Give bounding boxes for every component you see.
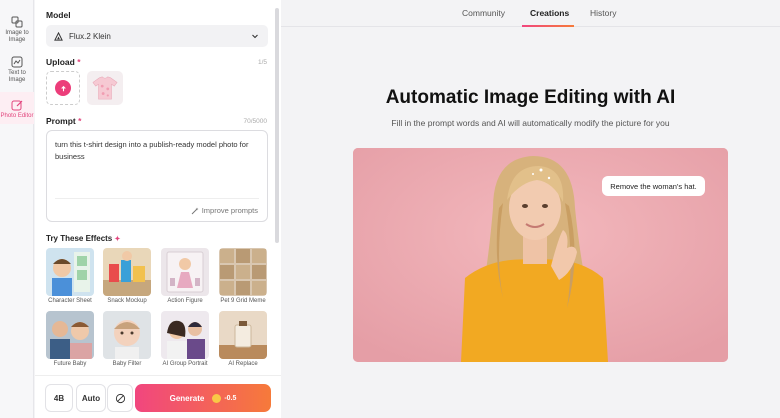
rail-item-label: Image to Image [5, 30, 29, 43]
effect-baby-filter[interactable]: Baby Filter [103, 311, 151, 367]
effect-label: Action Figure [167, 298, 203, 304]
photo-editor-icon [11, 100, 23, 111]
effect-label: Future Baby [53, 361, 87, 367]
image-to-image-icon [11, 16, 23, 28]
uploaded-image-thumbnail[interactable] [87, 71, 123, 105]
bottom-action-bar: 4B Auto Generate -0.5 [35, 375, 281, 418]
prompt-counter: 70/5000 [243, 118, 268, 125]
effect-label: Baby Filter [112, 361, 142, 367]
aspect-ratio-chip[interactable]: Auto [76, 384, 106, 412]
active-tab-indicator [522, 25, 574, 27]
effect-pet-9-grid-meme[interactable]: Pet 9 Grid Meme [219, 248, 267, 304]
effect-label: Character Sheet [48, 298, 92, 304]
effect-thumbnail [46, 311, 94, 359]
effect-thumbnail [219, 311, 267, 359]
rail-item-photo-editor[interactable]: Photo Editor [0, 92, 34, 124]
prompt-text[interactable]: turn this t-shirt design into a publish-… [55, 139, 265, 163]
tshirt-icon [92, 76, 118, 100]
editor-panel: Model Flux.2 Klein Upload * 1/5 Prompt *… [35, 0, 281, 418]
effect-ai-group-portrait[interactable]: AI Group Portrait [161, 311, 209, 367]
rail-item-image-to-image[interactable]: Image to Image [0, 16, 34, 46]
left-rail: Image to Image Text to Image Photo Edito… [0, 0, 34, 418]
required-marker: * [78, 116, 82, 126]
cost-value: -0.5 [224, 394, 237, 402]
page-subtitle: Fill in the prompt words and AI will aut… [391, 118, 670, 128]
effect-future-baby[interactable]: Future Baby [46, 311, 94, 367]
effect-thumbnail [103, 248, 151, 296]
effect-thumbnail [161, 248, 209, 296]
effect-character-sheet[interactable]: Character Sheet [46, 248, 94, 304]
coin-icon [212, 393, 222, 403]
improve-prompts-button[interactable]: Improve prompts [191, 206, 258, 215]
cost-badge: -0.5 [212, 393, 237, 403]
page-title: Automatic Image Editing with AI [385, 87, 676, 108]
effect-thumbnail [219, 248, 267, 296]
sparkle-icon: ✦ [114, 236, 121, 243]
tab-creations[interactable]: Creations [530, 8, 569, 18]
model-select[interactable]: Flux.2 Klein [46, 25, 268, 47]
effects-label: Try These Effects ✦ [46, 234, 120, 243]
improve-prompts-label: Improve prompts [201, 206, 258, 215]
prompt-label: Prompt * [46, 116, 81, 126]
effect-snack-mockup[interactable]: Snack Mockup [103, 248, 151, 304]
hero-example-image: Remove the woman's hat. [353, 148, 728, 362]
triangle-logo-icon [54, 31, 63, 41]
effect-label: Snack Mockup [107, 298, 147, 304]
count-chip[interactable]: 4B [45, 384, 73, 412]
effect-thumbnail [161, 311, 209, 359]
upload-button[interactable] [46, 71, 80, 105]
tab-community[interactable]: Community [462, 8, 505, 18]
effect-thumbnail [103, 311, 151, 359]
rail-item-label: Text to Image [8, 70, 26, 83]
prompt-divider [55, 198, 259, 199]
upload-label: Upload * [46, 57, 81, 67]
tab-history[interactable]: History [590, 8, 616, 18]
rail-item-label: Photo Editor [0, 113, 34, 119]
panel-scrollbar[interactable] [275, 8, 279, 243]
style-chip[interactable] [107, 384, 133, 412]
upload-icon [55, 80, 71, 96]
effect-label: AI Group Portrait [162, 361, 208, 367]
chevron-down-icon [252, 34, 258, 39]
generate-button[interactable]: Generate -0.5 [135, 384, 271, 412]
effect-ai-replace[interactable]: AI Replace [219, 311, 267, 367]
effect-label: AI Replace [228, 361, 258, 367]
effect-thumbnail [46, 248, 94, 296]
generate-label: Generate [169, 393, 205, 403]
main-area: Community Creations History Automatic Im… [281, 0, 780, 418]
model-value: Flux.2 Klein [69, 31, 111, 41]
effects-label-text: Try These Effects [46, 234, 113, 243]
rail-item-text-to-image[interactable]: Text to Image [0, 56, 34, 86]
required-marker: * [77, 57, 81, 67]
effect-label: Pet 9 Grid Meme [220, 298, 266, 304]
edit-instruction-bubble: Remove the woman's hat. [602, 176, 705, 196]
tab-bar: Community Creations History [281, 0, 780, 27]
model-label: Model [46, 10, 71, 20]
upload-label-text: Upload [46, 57, 75, 67]
magic-wand-icon [191, 207, 199, 214]
prompt-label-text: Prompt [46, 116, 76, 126]
no-style-icon [115, 393, 125, 403]
text-to-image-icon [11, 56, 23, 68]
effect-action-figure[interactable]: Action Figure [161, 248, 209, 304]
prompt-textarea[interactable]: turn this t-shirt design into a publish-… [46, 130, 268, 222]
upload-counter: 1/5 [257, 59, 267, 66]
